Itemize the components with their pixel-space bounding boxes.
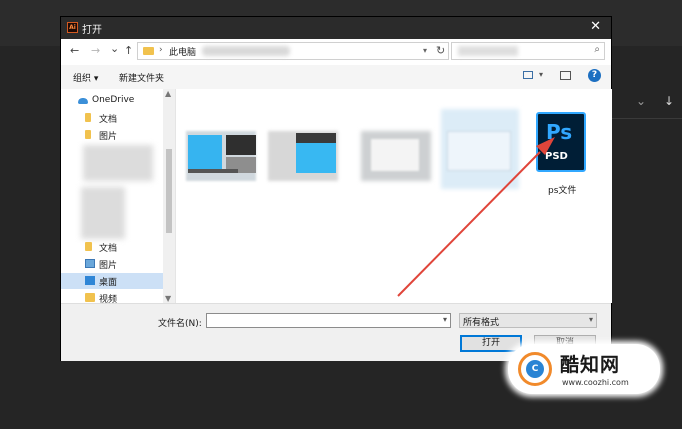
watermark-brand: 酷知网 <box>560 354 621 376</box>
watermark-url: www.coozhi.com <box>562 378 629 387</box>
coozhi-watermark: C 酷知网 www.coozhi.com <box>508 344 660 394</box>
arrow-shaft <box>397 151 541 297</box>
coozhi-logo-icon: C <box>518 352 552 386</box>
